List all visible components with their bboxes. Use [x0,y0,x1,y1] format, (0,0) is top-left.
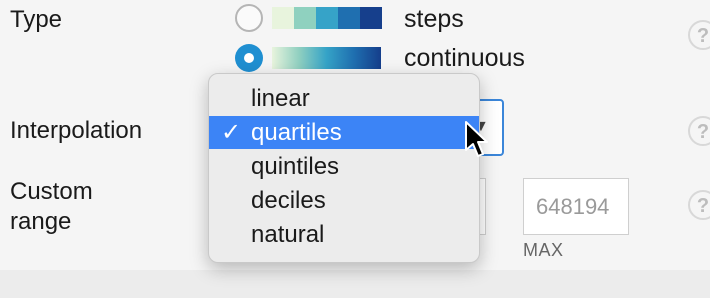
interpolation-dropdown-menu: linear ✓ quartiles quintiles deciles nat… [208,73,480,263]
menu-item-linear[interactable]: linear [209,82,479,115]
menu-item-quintiles[interactable]: quintiles [209,150,479,183]
continuous-gradient-swatch [272,47,381,69]
checkmark-icon: ✓ [221,119,242,146]
type-continuous-label: continuous [404,44,525,72]
max-label: MAX [523,240,564,260]
type-label: Type [10,6,63,33]
menu-item-label: deciles [251,187,326,214]
custom-range-label-line2: range [10,208,72,235]
menu-item-label: quartiles [251,119,342,146]
type-help-icon[interactable]: ? [688,20,710,50]
interpolation-label: Interpolation [10,117,143,144]
menu-item-quartiles[interactable]: ✓ quartiles [209,116,479,149]
custom-range-help-icon[interactable]: ? [688,190,710,220]
type-steps-radio[interactable] [235,4,263,32]
arrow-pointer-icon [465,121,488,157]
panel-bottom-strip [0,270,710,298]
menu-item-label: natural [251,221,325,248]
menu-item-label: linear [251,85,310,112]
type-continuous-radio[interactable] [235,44,263,72]
custom-range-label-line1: Custom [10,178,93,205]
steps-color-swatch [272,7,382,29]
interpolation-help-icon[interactable]: ? [688,116,710,146]
menu-item-natural[interactable]: natural [209,218,479,251]
max-range-input[interactable]: 648194 [523,178,629,235]
menu-item-deciles[interactable]: deciles [209,184,479,217]
menu-item-label: quintiles [251,153,340,180]
type-steps-label: steps [404,5,464,33]
